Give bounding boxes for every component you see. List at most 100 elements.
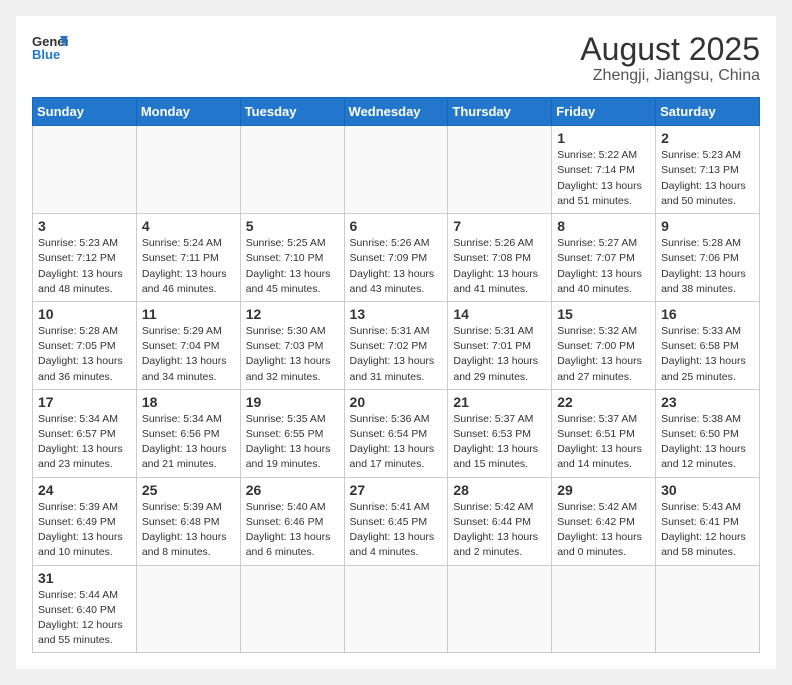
day-info: Sunrise: 5:42 AM Sunset: 6:44 PM Dayligh… xyxy=(453,500,546,561)
calendar-cell: 27 Sunrise: 5:41 AM Sunset: 6:45 PM Dayli… xyxy=(344,477,448,565)
weekday-header-tuesday: Tuesday xyxy=(240,98,344,126)
calendar-cell: 11Sunrise: 5:29 AM Sunset: 7:04 PM Dayli… xyxy=(136,301,240,389)
day-info: Sunrise: 5:24 AM Sunset: 7:11 PM Dayligh… xyxy=(142,236,235,297)
day-number: 30 xyxy=(661,482,754,498)
calendar-cell: 10Sunrise: 5:28 AM Sunset: 7:05 PM Dayli… xyxy=(33,301,137,389)
day-info: Sunrise: 5:29 AM Sunset: 7:04 PM Dayligh… xyxy=(142,324,235,385)
calendar-cell xyxy=(136,565,240,653)
day-info: Sunrise: 5:34 AM Sunset: 6:56 PM Dayligh… xyxy=(142,412,235,473)
weekday-header-row: SundayMondayTuesdayWednesdayThursdayFrid… xyxy=(33,98,760,126)
calendar-cell: 29Sunrise: 5:42 AM Sunset: 6:42 PM Dayli… xyxy=(552,477,656,565)
day-number: 15 xyxy=(557,306,650,322)
day-info: Sunrise: 5:44 AM Sunset: 6:40 PM Dayligh… xyxy=(38,588,131,649)
day-number: 9 xyxy=(661,218,754,234)
calendar-week-row: 24 Sunrise: 5:39 AM Sunset: 6:49 PM Dayli… xyxy=(33,477,760,565)
day-info: Sunrise: 5:38 AM Sunset: 6:50 PM Dayligh… xyxy=(661,412,754,473)
calendar-cell: 14 Sunrise: 5:31 AM Sunset: 7:01 PM Dayli… xyxy=(448,301,552,389)
day-number: 6 xyxy=(350,218,443,234)
calendar-cell: 9 Sunrise: 5:28 AM Sunset: 7:06 PM Daylig… xyxy=(656,214,760,302)
page-header: General Blue August 2025 Zhengji, Jiangs… xyxy=(32,32,760,85)
calendar-cell: 1Sunrise: 5:22 AM Sunset: 7:14 PM Daylig… xyxy=(552,126,656,214)
calendar-cell xyxy=(136,126,240,214)
day-number: 27 xyxy=(350,482,443,498)
logo: General Blue xyxy=(32,32,68,62)
calendar-cell: 16 Sunrise: 5:33 AM Sunset: 6:58 PM Dayli… xyxy=(656,301,760,389)
calendar-week-row: 10Sunrise: 5:28 AM Sunset: 7:05 PM Dayli… xyxy=(33,301,760,389)
calendar-cell: 8Sunrise: 5:27 AM Sunset: 7:07 PM Daylig… xyxy=(552,214,656,302)
day-number: 20 xyxy=(350,394,443,410)
day-number: 22 xyxy=(557,394,650,410)
calendar-cell: 4 Sunrise: 5:24 AM Sunset: 7:11 PM Daylig… xyxy=(136,214,240,302)
day-number: 18 xyxy=(142,394,235,410)
day-info: Sunrise: 5:37 AM Sunset: 6:51 PM Dayligh… xyxy=(557,412,650,473)
day-number: 12 xyxy=(246,306,339,322)
day-info: Sunrise: 5:28 AM Sunset: 7:06 PM Dayligh… xyxy=(661,236,754,297)
day-info: Sunrise: 5:22 AM Sunset: 7:14 PM Dayligh… xyxy=(557,148,650,209)
day-number: 16 xyxy=(661,306,754,322)
day-number: 14 xyxy=(453,306,546,322)
day-info: Sunrise: 5:26 AM Sunset: 7:09 PM Dayligh… xyxy=(350,236,443,297)
day-number: 3 xyxy=(38,218,131,234)
calendar-cell xyxy=(33,126,137,214)
calendar-cell: 22 Sunrise: 5:37 AM Sunset: 6:51 PM Dayli… xyxy=(552,389,656,477)
calendar-cell xyxy=(448,565,552,653)
calendar-cell: 2 Sunrise: 5:23 AM Sunset: 7:13 PM Daylig… xyxy=(656,126,760,214)
weekday-header-saturday: Saturday xyxy=(656,98,760,126)
calendar-cell: 21Sunrise: 5:37 AM Sunset: 6:53 PM Dayli… xyxy=(448,389,552,477)
day-info: Sunrise: 5:40 AM Sunset: 6:46 PM Dayligh… xyxy=(246,500,339,561)
day-number: 5 xyxy=(246,218,339,234)
calendar-cell: 3 Sunrise: 5:23 AM Sunset: 7:12 PM Daylig… xyxy=(33,214,137,302)
weekday-header-wednesday: Wednesday xyxy=(344,98,448,126)
day-info: Sunrise: 5:41 AM Sunset: 6:45 PM Dayligh… xyxy=(350,500,443,561)
logo-icon: General Blue xyxy=(32,32,68,62)
day-info: Sunrise: 5:36 AM Sunset: 6:54 PM Dayligh… xyxy=(350,412,443,473)
weekday-header-thursday: Thursday xyxy=(448,98,552,126)
calendar-cell: 6 Sunrise: 5:26 AM Sunset: 7:09 PM Daylig… xyxy=(344,214,448,302)
day-number: 4 xyxy=(142,218,235,234)
calendar-cell xyxy=(656,565,760,653)
calendar-week-row: 31Sunrise: 5:44 AM Sunset: 6:40 PM Dayli… xyxy=(33,565,760,653)
day-number: 10 xyxy=(38,306,131,322)
calendar-cell: 7Sunrise: 5:26 AM Sunset: 7:08 PM Daylig… xyxy=(448,214,552,302)
day-number: 24 xyxy=(38,482,131,498)
weekday-header-monday: Monday xyxy=(136,98,240,126)
calendar-cell xyxy=(240,126,344,214)
calendar-cell: 17 Sunrise: 5:34 AM Sunset: 6:57 PM Dayli… xyxy=(33,389,137,477)
calendar-week-row: 3 Sunrise: 5:23 AM Sunset: 7:12 PM Daylig… xyxy=(33,214,760,302)
day-info: Sunrise: 5:39 AM Sunset: 6:49 PM Dayligh… xyxy=(38,500,131,561)
calendar-cell: 12 Sunrise: 5:30 AM Sunset: 7:03 PM Dayli… xyxy=(240,301,344,389)
day-number: 17 xyxy=(38,394,131,410)
day-number: 23 xyxy=(661,394,754,410)
calendar-cell xyxy=(552,565,656,653)
day-number: 21 xyxy=(453,394,546,410)
day-info: Sunrise: 5:31 AM Sunset: 7:02 PM Dayligh… xyxy=(350,324,443,385)
day-info: Sunrise: 5:30 AM Sunset: 7:03 PM Dayligh… xyxy=(246,324,339,385)
day-number: 19 xyxy=(246,394,339,410)
calendar-cell: 13Sunrise: 5:31 AM Sunset: 7:02 PM Dayli… xyxy=(344,301,448,389)
day-number: 2 xyxy=(661,130,754,146)
calendar-cell: 18 Sunrise: 5:34 AM Sunset: 6:56 PM Dayli… xyxy=(136,389,240,477)
title-section: August 2025 Zhengji, Jiangsu, China xyxy=(580,32,760,85)
calendar-cell: 24 Sunrise: 5:39 AM Sunset: 6:49 PM Dayli… xyxy=(33,477,137,565)
day-number: 26 xyxy=(246,482,339,498)
day-info: Sunrise: 5:23 AM Sunset: 7:12 PM Dayligh… xyxy=(38,236,131,297)
calendar-cell: 19 Sunrise: 5:35 AM Sunset: 6:55 PM Dayli… xyxy=(240,389,344,477)
calendar-week-row: 1Sunrise: 5:22 AM Sunset: 7:14 PM Daylig… xyxy=(33,126,760,214)
weekday-header-friday: Friday xyxy=(552,98,656,126)
day-number: 29 xyxy=(557,482,650,498)
calendar-cell: 25Sunrise: 5:39 AM Sunset: 6:48 PM Dayli… xyxy=(136,477,240,565)
calendar-cell: 31Sunrise: 5:44 AM Sunset: 6:40 PM Dayli… xyxy=(33,565,137,653)
day-number: 7 xyxy=(453,218,546,234)
calendar-cell: 15Sunrise: 5:32 AM Sunset: 7:00 PM Dayli… xyxy=(552,301,656,389)
svg-text:Blue: Blue xyxy=(32,47,60,62)
day-info: Sunrise: 5:23 AM Sunset: 7:13 PM Dayligh… xyxy=(661,148,754,209)
day-info: Sunrise: 5:35 AM Sunset: 6:55 PM Dayligh… xyxy=(246,412,339,473)
day-info: Sunrise: 5:34 AM Sunset: 6:57 PM Dayligh… xyxy=(38,412,131,473)
calendar-cell: 20 Sunrise: 5:36 AM Sunset: 6:54 PM Dayli… xyxy=(344,389,448,477)
calendar-cell: 23 Sunrise: 5:38 AM Sunset: 6:50 PM Dayli… xyxy=(656,389,760,477)
day-info: Sunrise: 5:43 AM Sunset: 6:41 PM Dayligh… xyxy=(661,500,754,561)
day-info: Sunrise: 5:33 AM Sunset: 6:58 PM Dayligh… xyxy=(661,324,754,385)
day-number: 8 xyxy=(557,218,650,234)
calendar-cell: 30 Sunrise: 5:43 AM Sunset: 6:41 PM Dayli… xyxy=(656,477,760,565)
day-info: Sunrise: 5:31 AM Sunset: 7:01 PM Dayligh… xyxy=(453,324,546,385)
